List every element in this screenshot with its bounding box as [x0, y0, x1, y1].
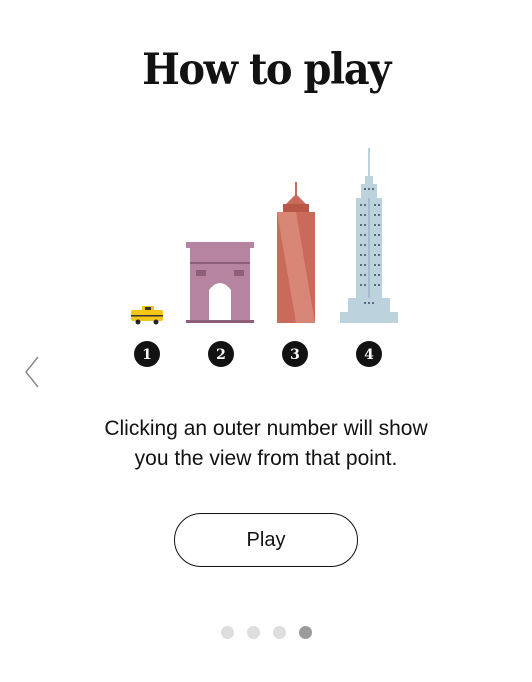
arch-icon	[186, 242, 254, 323]
instruction-line-1: Clicking an outer number will show	[104, 417, 428, 440]
empire-state-icon	[340, 148, 398, 323]
previous-arrow[interactable]	[18, 352, 46, 392]
page-dot-1[interactable]	[220, 626, 234, 639]
page-dot-4[interactable]	[298, 626, 312, 639]
step-number: 2	[216, 347, 226, 363]
step-badge-2: 2	[208, 341, 234, 367]
page-title: How to play	[142, 44, 391, 95]
landmarks-illustration: 1 2 3 4	[131, 148, 398, 367]
play-button[interactable]: Play	[174, 513, 358, 567]
step-badge-1: 1	[134, 341, 160, 367]
page-dot-2[interactable]	[246, 626, 260, 639]
pagination-dots	[0, 626, 532, 639]
step-number: 3	[290, 347, 300, 363]
step-badge-4: 4	[356, 341, 382, 367]
step-number: 4	[364, 347, 374, 363]
page-dot-3[interactable]	[272, 626, 286, 639]
step-number: 1	[142, 347, 152, 363]
step-badge-3: 3	[282, 341, 308, 367]
skyscraper-icon	[277, 182, 315, 323]
instruction-text: Clicking an outer number will show you th…	[60, 414, 472, 474]
instruction-line-2: you the view from that point.	[134, 447, 398, 470]
chevron-left-icon	[25, 356, 39, 388]
taxi-icon	[131, 306, 163, 325]
